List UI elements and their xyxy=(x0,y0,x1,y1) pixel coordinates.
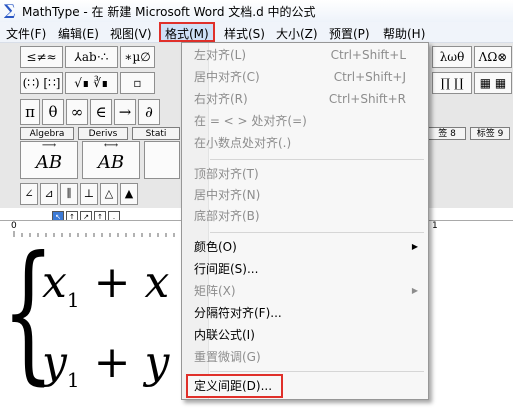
right-arrow-button[interactable]: → xyxy=(114,99,136,125)
theta-button[interactable]: θ xyxy=(42,99,64,125)
menu-view[interactable]: 视图(V) xyxy=(110,25,152,42)
perpendicular-button[interactable]: ⊥ xyxy=(80,183,98,205)
spaces-palette[interactable]: ⅄ab⋅∴ xyxy=(65,46,118,68)
menu-separator-3 xyxy=(210,371,424,372)
pi-button[interactable]: π xyxy=(20,99,40,125)
variable-x-2: x xyxy=(144,257,170,308)
menu-reset-nudge[interactable]: 重置微调(G) xyxy=(184,347,426,367)
menu-align-center[interactable]: 居中对齐(C) Ctrl+Shift+J xyxy=(184,67,426,87)
menu-preferences[interactable]: 预置(P) xyxy=(329,25,370,42)
plus-operator-2: + xyxy=(93,337,131,388)
submenu-arrow-icon: ▶ xyxy=(411,242,418,251)
angle-button[interactable]: ∠ xyxy=(20,183,38,205)
tab-statistics[interactable]: Stati xyxy=(132,127,180,140)
menu-align-left[interactable]: 左对齐(L) Ctrl+Shift+L xyxy=(184,45,426,65)
menu-align-at-equals[interactable]: 在 = < > 处对齐(=) xyxy=(184,111,426,131)
menu-edit[interactable]: 编辑(E) xyxy=(58,25,99,42)
subscript-1: 1 xyxy=(66,287,80,312)
element-of-button[interactable]: ∈ xyxy=(90,99,112,125)
tab-label-9[interactable]: 标签 9 xyxy=(470,127,510,140)
right-arrow-icon: ⟶ xyxy=(41,140,57,151)
subscript-1-y: 1 xyxy=(66,367,80,392)
menu-help[interactable]: 帮助(H) xyxy=(383,25,425,42)
format-menu-dropdown: 左对齐(L) Ctrl+Shift+L 居中对齐(C) Ctrl+Shift+J… xyxy=(181,42,429,400)
greek-lower-palette[interactable]: λωθ xyxy=(432,46,472,68)
infinity-button[interactable]: ∞ xyxy=(66,99,88,125)
misc-palette[interactable]: ∗µ∅ xyxy=(120,46,155,68)
menu-align-middle[interactable]: 居中对齐(N) xyxy=(184,185,426,205)
menu-separator-align[interactable]: 分隔符对齐(F)... xyxy=(184,303,426,323)
menu-inline-formula[interactable]: 内联公式(I) xyxy=(184,325,426,345)
menu-line-spacing[interactable]: 行间距(S)... xyxy=(184,259,426,279)
menu-format[interactable]: 格式(M) xyxy=(159,22,215,42)
equation-line-2: y1 + y xyxy=(42,337,169,392)
overarrow-ab-template-2[interactable]: ⟷ AB xyxy=(82,141,140,179)
window-title: MathType - 在 新建 Microsoft Word 文档.d 中的公式 xyxy=(22,5,316,19)
menu-file[interactable]: 文件(F) xyxy=(6,25,46,42)
menu-separator xyxy=(210,159,424,160)
menu-size[interactable]: 大小(Z) xyxy=(276,25,318,42)
partial-template[interactable] xyxy=(144,141,180,179)
menu-align-right[interactable]: 右对齐(R) Ctrl+Shift+R xyxy=(184,89,426,109)
menu-style[interactable]: 样式(S) xyxy=(224,25,265,42)
submenu-arrow-icon: ▶ xyxy=(411,286,418,295)
equation-line-1: x1 + x xyxy=(42,257,169,312)
menu-color[interactable]: 颜色(O) ▶ xyxy=(184,237,426,257)
variable-y: y xyxy=(42,337,67,388)
menu-define-spacing[interactable]: 定义间距(D)... xyxy=(186,374,283,398)
variable-y-2: y xyxy=(144,337,170,388)
partial-button[interactable]: ∂ xyxy=(138,99,160,125)
overarrow-ab-template[interactable]: ⟶ AB xyxy=(20,141,78,179)
matrix-palette[interactable]: ▦ ▦ xyxy=(474,72,512,94)
script-palette[interactable]: ▫ xyxy=(120,72,155,94)
triangle-button[interactable]: △ xyxy=(100,183,118,205)
variable-x: x xyxy=(42,257,67,308)
menu-align-at-decimal[interactable]: 在小数点处对齐(.) xyxy=(184,133,426,153)
menu-matrix[interactable]: 矩阵(X) ▶ xyxy=(184,281,426,301)
triangle-angle-button[interactable]: ⊿ xyxy=(40,183,58,205)
relations-palette[interactable]: ≤≠≈ xyxy=(20,46,63,68)
tab-algebra[interactable]: Algebra xyxy=(20,127,74,140)
tab-label-8[interactable]: 签 8 xyxy=(428,127,466,140)
menu-align-bottom[interactable]: 底部对齐(B) xyxy=(184,206,426,226)
ruler-one: 1 xyxy=(432,221,438,231)
greek-upper-palette[interactable]: ΛΩ⊗ xyxy=(474,46,512,68)
parallel-button[interactable]: ∥ xyxy=(60,183,78,205)
tab-derivs[interactable]: Derivs xyxy=(78,127,128,140)
fraction-palette[interactable]: √∎ ∛∎ xyxy=(65,72,118,94)
menu-separator-2 xyxy=(210,232,424,233)
left-right-arrow-icon: ⟷ xyxy=(103,140,119,151)
product-palette[interactable]: ∏ ∐ xyxy=(432,72,472,94)
fence-palette[interactable]: (∷) [∷] xyxy=(20,72,63,94)
title-bar: ∑ MathType - 在 新建 Microsoft Word 文档.d 中的… xyxy=(0,0,513,23)
black-triangle-button[interactable]: ▲ xyxy=(120,183,138,205)
mathtype-icon: ∑ xyxy=(4,1,16,19)
plus-operator: + xyxy=(93,257,131,308)
menu-align-top[interactable]: 顶部对齐(T) xyxy=(184,164,426,184)
menu-bar: 文件(F) 编辑(E) 视图(V) 格式(M) 样式(S) 大小(Z) 预置(P… xyxy=(0,22,513,43)
